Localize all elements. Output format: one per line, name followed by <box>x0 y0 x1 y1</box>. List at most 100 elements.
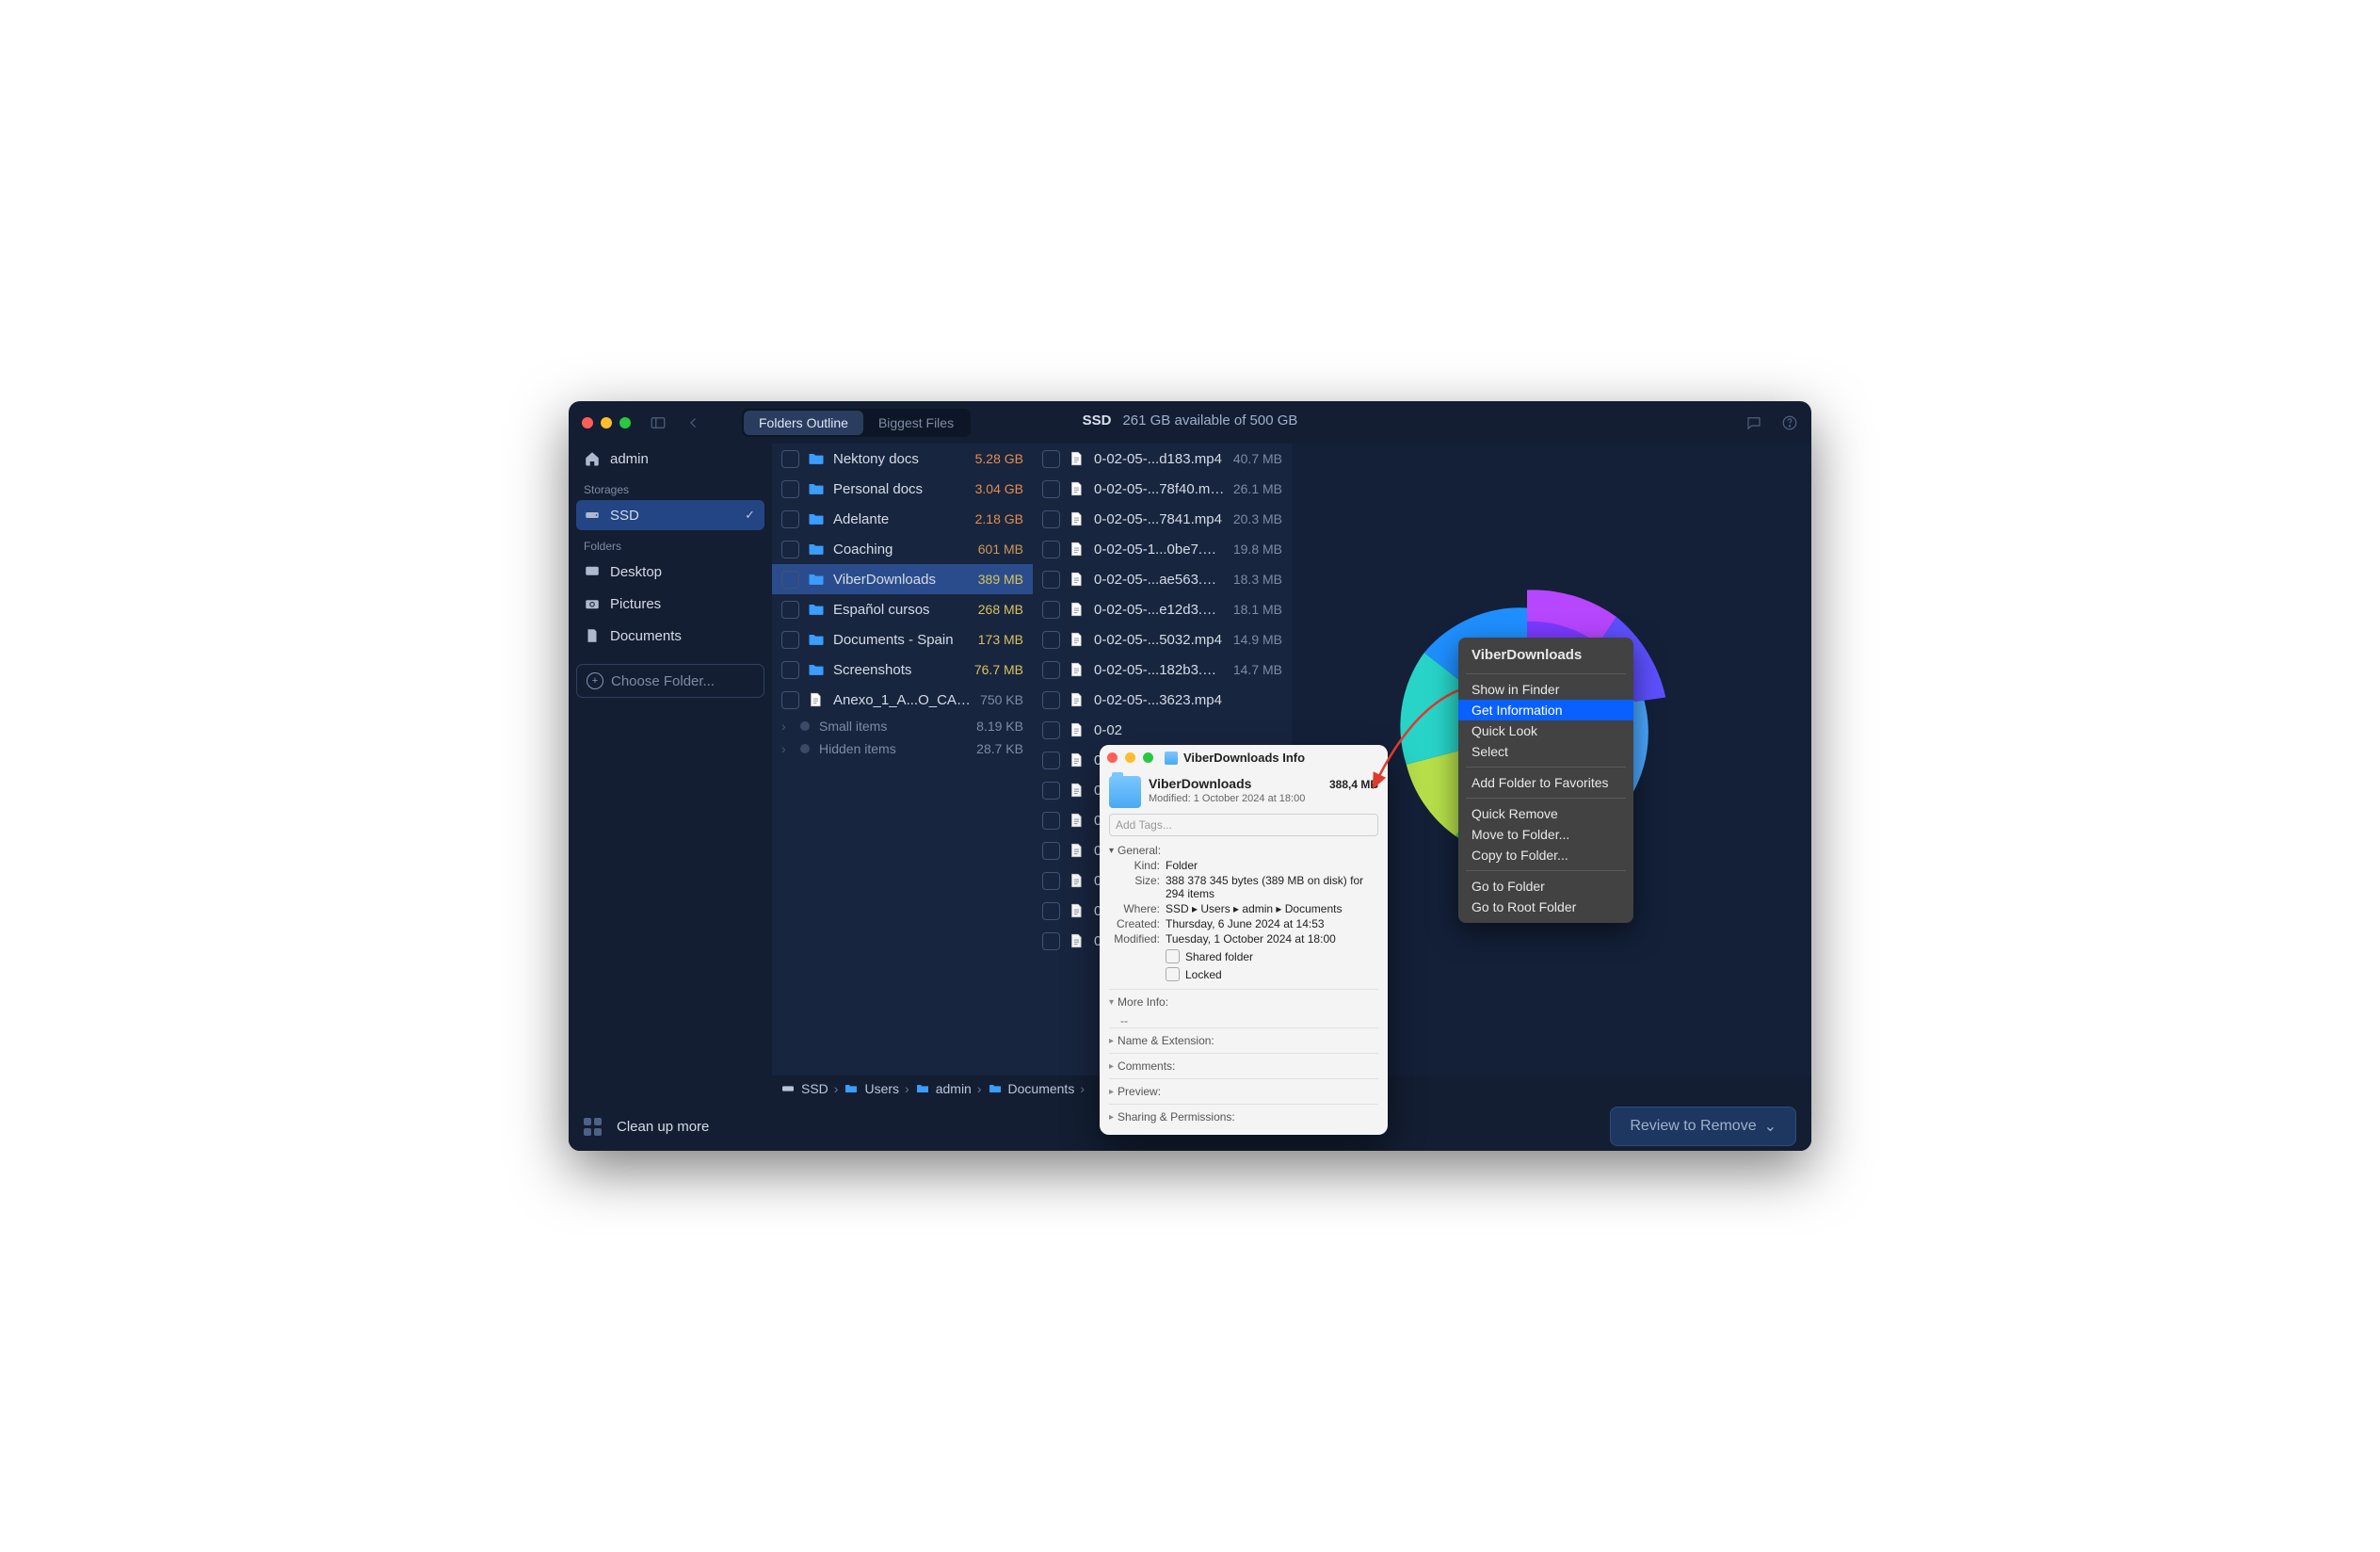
summary-row-small[interactable]: ›Small items8.19 KB <box>772 715 1033 737</box>
menu-move-to-folder[interactable]: Move to Folder... <box>1458 824 1633 845</box>
menu-get-information[interactable]: Get Information <box>1458 700 1633 720</box>
checkbox[interactable] <box>1042 541 1060 558</box>
tab-biggest-files[interactable]: Biggest Files <box>863 411 969 435</box>
list-item[interactable]: 0-02-05-...3623.mp4 <box>1033 685 1292 715</box>
camera-icon <box>584 595 601 612</box>
list-item[interactable]: Screenshots76.7 MB <box>772 655 1033 685</box>
chevron-down-icon[interactable]: ▾ <box>1109 997 1114 1008</box>
checkbox[interactable] <box>1042 782 1060 800</box>
sidebar-item-documents[interactable]: Documents <box>576 621 764 651</box>
checkbox[interactable] <box>1042 842 1060 860</box>
tab-folders-outline[interactable]: Folders Outline <box>744 411 863 435</box>
list-item[interactable]: 0-02 <box>1033 715 1292 745</box>
list-item[interactable]: Nektony docs5.28 GB <box>772 444 1033 474</box>
checkbox[interactable] <box>1042 571 1060 589</box>
checkbox[interactable] <box>781 691 799 709</box>
context-menu: ViberDownloads Show in Finder Get Inform… <box>1458 638 1633 923</box>
sidebar-item-desktop[interactable]: Desktop <box>576 557 764 587</box>
checkbox[interactable] <box>1042 721 1060 739</box>
sidebar-item-home[interactable]: admin <box>576 444 764 474</box>
sidebar-item-pictures[interactable]: Pictures <box>576 589 764 619</box>
list-item[interactable]: Adelante2.18 GB <box>772 504 1033 534</box>
minimize-icon[interactable] <box>1125 752 1135 763</box>
menu-quick-look[interactable]: Quick Look <box>1458 720 1633 741</box>
list-item[interactable]: 0-02-05-...78f40.mp426.1 MB <box>1033 474 1292 504</box>
fullscreen-icon[interactable] <box>1143 752 1153 763</box>
list-item[interactable]: 0-02-05-1...0be7.mp419.8 MB <box>1033 534 1292 564</box>
menu-show-in-finder[interactable]: Show in Finder <box>1458 679 1633 700</box>
checkbox[interactable] <box>1042 691 1060 709</box>
get-info-window[interactable]: ViberDownloads Info ViberDownloads 388,4… <box>1100 745 1388 1135</box>
chevron-right-icon[interactable]: ▸ <box>1109 1036 1114 1046</box>
menu-add-favorites[interactable]: Add Folder to Favorites <box>1458 772 1633 793</box>
list-item[interactable]: 0-02-05-...182b3.mp414.7 MB <box>1033 655 1292 685</box>
info-modified-short: Modified: 1 October 2024 at 18:00 <box>1149 793 1378 804</box>
tags-input[interactable]: Add Tags... <box>1109 814 1378 836</box>
chevron-right-icon[interactable]: ▸ <box>1109 1087 1114 1097</box>
checkbox[interactable] <box>781 661 799 679</box>
choose-folder-button[interactable]: + Choose Folder... <box>576 664 764 698</box>
crumb[interactable]: admin <box>936 1081 972 1096</box>
shared-folder-checkbox[interactable]: Shared folder <box>1166 949 1378 963</box>
checkbox[interactable] <box>1042 601 1060 619</box>
list-item[interactable]: 0-02-05-...e12d3.mp418.1 MB <box>1033 594 1292 624</box>
menu-copy-to-folder[interactable]: Copy to Folder... <box>1458 845 1633 865</box>
sidebar-toggle-icon[interactable] <box>650 414 667 431</box>
sidebar-item-ssd[interactable]: SSD <box>576 500 764 530</box>
chat-icon[interactable] <box>1745 414 1762 431</box>
menu-go-to-root[interactable]: Go to Root Folder <box>1458 897 1633 917</box>
chevron-right-icon[interactable]: ▸ <box>1109 1061 1114 1072</box>
list-item[interactable]: Español cursos268 MB <box>772 594 1033 624</box>
close-icon[interactable] <box>582 417 593 428</box>
list-item[interactable]: Personal docs3.04 GB <box>772 474 1033 504</box>
apps-icon[interactable] <box>584 1118 602 1136</box>
checkbox[interactable] <box>1042 510 1060 528</box>
locked-checkbox[interactable]: Locked <box>1166 967 1378 981</box>
window-controls <box>582 417 631 428</box>
cleanup-button[interactable]: Clean up more <box>617 1119 709 1135</box>
chevron-right-icon: › <box>781 741 791 756</box>
checkbox[interactable] <box>1042 812 1060 830</box>
crumb[interactable]: SSD <box>801 1081 828 1096</box>
menu-select[interactable]: Select <box>1458 741 1633 762</box>
checkbox[interactable] <box>781 601 799 619</box>
review-to-remove-button[interactable]: Review to Remove ⌄ <box>1610 1107 1796 1146</box>
checkbox[interactable] <box>1042 631 1060 649</box>
chevron-right-icon[interactable]: ▸ <box>1109 1112 1114 1123</box>
checkbox[interactable] <box>781 510 799 528</box>
checkbox[interactable] <box>781 480 799 498</box>
checkbox[interactable] <box>781 450 799 468</box>
help-icon[interactable] <box>1781 414 1798 431</box>
checkbox[interactable] <box>1042 932 1060 950</box>
list-item[interactable]: ViberDownloads389 MB <box>772 564 1033 594</box>
fullscreen-icon[interactable] <box>619 417 631 428</box>
checkbox[interactable] <box>1042 872 1060 890</box>
list-item[interactable]: Anexo_1_A...O_CAS.pdf750 KB <box>772 685 1033 715</box>
checkbox[interactable] <box>1042 480 1060 498</box>
list-item[interactable]: 0-02-05-...7841.mp420.3 MB <box>1033 504 1292 534</box>
video-file-icon <box>1068 570 1086 589</box>
crumb[interactable]: Documents <box>1008 1081 1075 1096</box>
menu-go-to-folder[interactable]: Go to Folder <box>1458 876 1633 897</box>
list-item[interactable]: 0-02-05-...5032.mp414.9 MB <box>1033 624 1292 655</box>
list-item[interactable]: 0-02-05-...d183.mp440.7 MB <box>1033 444 1292 474</box>
checkbox[interactable] <box>1042 752 1060 769</box>
list-item[interactable]: Documents - Spain173 MB <box>772 624 1033 655</box>
item-size: 173 MB <box>978 632 1023 647</box>
crumb[interactable]: Users <box>864 1081 899 1096</box>
minimize-icon[interactable] <box>601 417 612 428</box>
checkbox[interactable] <box>1042 450 1060 468</box>
list-item[interactable]: 0-02-05-...ae563.mp418.3 MB <box>1033 564 1292 594</box>
checkbox[interactable] <box>781 631 799 649</box>
chevron-down-icon[interactable]: ▾ <box>1109 846 1114 856</box>
summary-row-hidden[interactable]: ›Hidden items28.7 KB <box>772 737 1033 760</box>
list-item[interactable]: Coaching601 MB <box>772 534 1033 564</box>
back-icon[interactable] <box>685 414 702 431</box>
close-icon[interactable] <box>1107 752 1118 763</box>
home-icon <box>584 450 601 467</box>
menu-quick-remove[interactable]: Quick Remove <box>1458 803 1633 824</box>
checkbox[interactable] <box>1042 902 1060 920</box>
checkbox[interactable] <box>781 541 799 558</box>
checkbox[interactable] <box>1042 661 1060 679</box>
checkbox[interactable] <box>781 571 799 589</box>
